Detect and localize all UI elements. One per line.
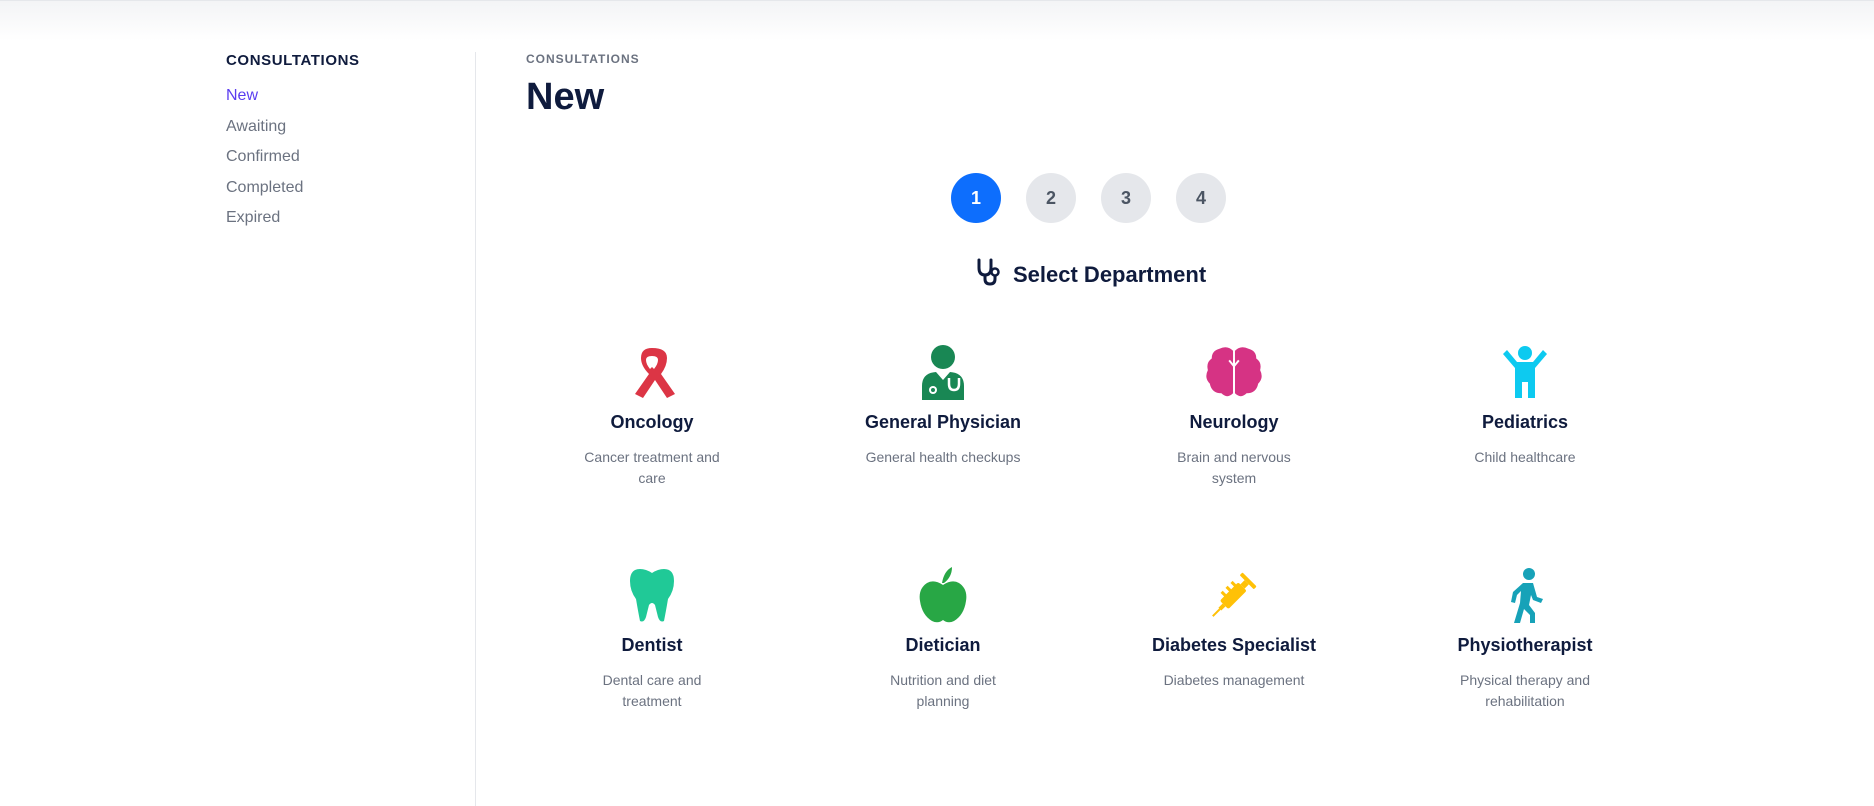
brain-icon [1204,342,1264,402]
department-card-pediatrics[interactable]: Pediatrics Child healthcare [1395,342,1655,468]
syringe-icon [1204,565,1264,625]
apple-icon [913,565,973,625]
department-desc: Dental care and treatment [602,672,702,709]
stepper: 1 2 3 4 [951,173,1226,223]
sidebar-title: CONSULTATIONS [226,52,360,69]
walking-icon [1495,565,1555,625]
step-2[interactable]: 2 [1026,173,1076,223]
sidebar: CONSULTATIONS New Awaiting Confirmed Com… [226,52,476,234]
sidebar-item-awaiting[interactable]: Awaiting [226,112,476,143]
department-name: Diabetes Specialist [1151,635,1317,655]
doctor-icon [913,342,973,402]
department-card-diabetes-specialist[interactable]: Diabetes Specialist Diabetes management [1104,565,1364,691]
child-icon [1495,342,1555,402]
main-content: CONSULTATIONS New [526,52,1646,119]
department-card-dietician[interactable]: Dietician Nutrition and diet planning [813,565,1073,712]
department-name: General Physician [864,412,1022,432]
section-heading-label: Select Department [1013,261,1207,287]
ribbon-icon [622,342,682,402]
sidebar-item-new[interactable]: New [226,81,476,112]
department-desc: Brain and nervous system [1177,449,1291,486]
department-name: Dentist [621,635,683,655]
department-card-oncology[interactable]: Oncology Cancer treatment and care [522,342,782,489]
department-desc: Physical therapy and rehabilitation [1460,672,1590,709]
department-desc: Diabetes management [1163,672,1305,688]
department-name: Dietician [905,635,981,655]
tooth-icon [622,565,682,625]
sidebar-item-confirmed[interactable]: Confirmed [226,142,476,173]
page-title: New [526,76,605,118]
breadcrumb: CONSULTATIONS [526,52,640,66]
department-card-dentist[interactable]: Dentist Dental care and treatment [522,565,782,712]
stethoscope-icon [975,258,1001,291]
sidebar-item-completed[interactable]: Completed [226,173,476,204]
sidebar-item-expired[interactable]: Expired [226,203,476,234]
department-desc: Child healthcare [1474,449,1576,465]
department-desc: General health checkups [865,449,1021,465]
department-card-physiotherapist[interactable]: Physiotherapist Physical therapy and reh… [1395,565,1655,712]
top-bar [0,0,1874,41]
department-desc: Nutrition and diet planning [890,672,996,709]
section-heading: Select Department [975,258,1206,291]
department-desc: Cancer treatment and care [584,449,720,486]
department-name: Oncology [610,412,694,432]
sidebar-divider [475,52,476,806]
department-name: Physiotherapist [1457,635,1593,655]
step-3[interactable]: 3 [1101,173,1151,223]
department-card-general-physician[interactable]: General Physician General health checkup… [813,342,1073,468]
department-name: Pediatrics [1481,412,1569,432]
step-1[interactable]: 1 [951,173,1001,223]
department-name: Neurology [1189,412,1279,432]
department-card-neurology[interactable]: Neurology Brain and nervous system [1104,342,1364,489]
step-4[interactable]: 4 [1176,173,1226,223]
